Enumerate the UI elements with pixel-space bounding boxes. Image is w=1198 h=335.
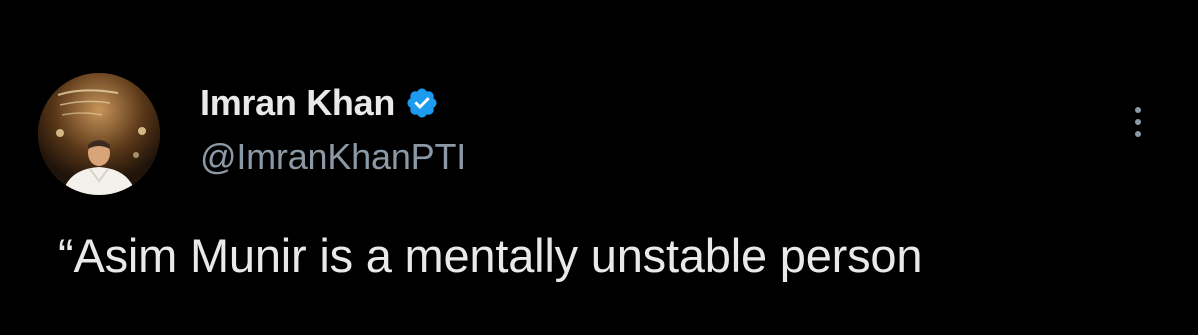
more-vertical-icon[interactable] xyxy=(1118,100,1158,144)
author-handle[interactable]: @ImranKhanPTI xyxy=(200,136,466,178)
avatar-image-icon xyxy=(38,73,160,195)
author-name-row: Imran Khan xyxy=(200,80,439,126)
avatar[interactable] xyxy=(38,73,160,195)
author-display-name[interactable]: Imran Khan xyxy=(200,82,395,124)
verified-badge-icon[interactable] xyxy=(405,86,439,120)
more-dot xyxy=(1135,131,1141,137)
more-dot xyxy=(1135,107,1141,113)
tweet-card: Imran Khan @ImranKhanPTI “Asim Munir is … xyxy=(0,0,1198,335)
tweet-text: “Asim Munir is a mentally unstable perso… xyxy=(58,229,923,282)
more-dot xyxy=(1135,119,1141,125)
